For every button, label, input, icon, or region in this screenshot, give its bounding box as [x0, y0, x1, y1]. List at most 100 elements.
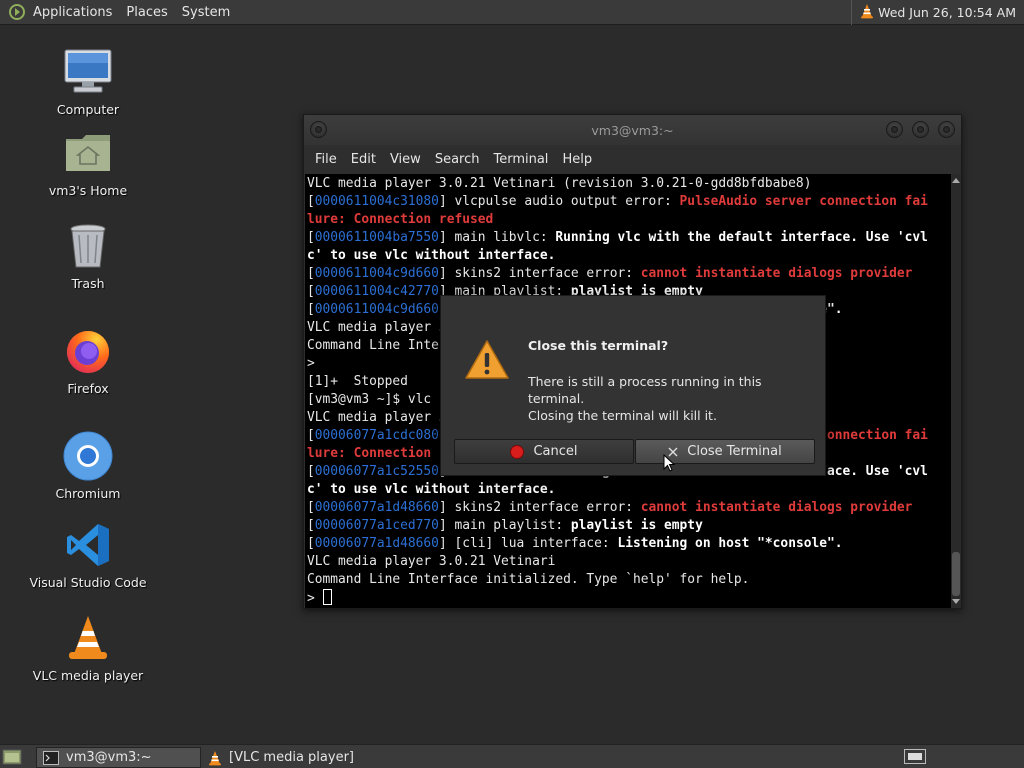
scroll-up-arrow-icon[interactable] [952, 178, 960, 183]
terminal-text: 00006077a1c52550 [314, 464, 439, 479]
terminal-text: [ [307, 518, 315, 533]
top-panel: Applications Places System Wed Jun 26, 1… [0, 0, 1024, 25]
terminal-text: c' to use vlc without interface. [307, 482, 556, 497]
terminal-text: cannot instantiate dialogs provider [640, 500, 913, 515]
close-terminal-button[interactable]: Close Terminal [635, 439, 815, 464]
terminal-line: Command Line Interface initialized. Type… [307, 571, 951, 589]
terminal-text: 00006077a1d48660 [314, 500, 439, 515]
terminal-text: cannot instantiate dialogs provider [640, 266, 913, 281]
terminal-text: [ [307, 464, 315, 479]
menu-terminal[interactable]: Terminal [486, 152, 555, 167]
terminal-icon [43, 750, 59, 765]
window-menu-button[interactable] [310, 121, 327, 138]
terminal-line: lure: Connection refused [307, 211, 951, 229]
terminal-text: 00006077a1cdc080 [314, 428, 439, 443]
scroll-down-arrow-icon[interactable] [952, 599, 960, 604]
terminal-text: [ [307, 284, 315, 299]
terminal-text: ] [cli] lua interface: [438, 536, 618, 551]
vscode-icon [62, 519, 114, 571]
menu-edit[interactable]: Edit [344, 152, 383, 167]
desktop-icon-firefox[interactable]: Firefox [28, 325, 148, 396]
firefox-icon [62, 325, 114, 377]
menu-system[interactable]: System [175, 0, 237, 25]
desktop-icon-label: vm3's Home [48, 183, 128, 198]
desktop-icon-label: VLC media player [32, 668, 144, 683]
dialog-message-line: There is still a process running in this… [528, 374, 762, 406]
terminal-text: [ [307, 500, 315, 515]
terminal-line: [0000611004ba7550] main libvlc: Running … [307, 229, 951, 247]
terminal-text: 0000611004c9d660 [314, 302, 439, 317]
desktop-icon-label: Visual Studio Code [29, 575, 147, 590]
terminal-text: ] main libvlc: [438, 230, 556, 245]
terminal-text: [ [307, 230, 315, 245]
panel-separator [851, 0, 853, 25]
cancel-button[interactable]: Cancel [454, 439, 634, 464]
show-desktop-icon[interactable] [2, 748, 22, 766]
taskbar-item-label: [VLC media player] [229, 750, 354, 765]
close-button[interactable] [938, 121, 955, 138]
terminal-text: 0000611004c42770 [314, 284, 439, 299]
trash-icon [62, 220, 114, 272]
terminal-line: c' to use vlc without interface. [307, 247, 951, 265]
terminal-text: [ [307, 428, 315, 443]
desktop-icon-chromium[interactable]: Chromium [28, 430, 148, 501]
terminal-text: VLC media player 3.0.21 Vetinari (revisi… [307, 176, 812, 191]
desktop-icon-vscode[interactable]: Visual Studio Code [28, 519, 148, 590]
terminal-text: Running vlc with the default interface. … [555, 230, 928, 245]
scroll-thumb[interactable] [952, 552, 960, 596]
maximize-button[interactable] [912, 121, 929, 138]
menu-places[interactable]: Places [119, 0, 174, 25]
desktop-icon-label: Computer [56, 102, 120, 117]
gnome-foot-icon[interactable] [8, 3, 26, 21]
menu-view[interactable]: View [383, 152, 428, 167]
window-titlebar[interactable]: vm3@vm3:~ [304, 115, 961, 145]
terminal-text: [vm3@vm3 ~]$ vlc [307, 392, 432, 407]
menu-help[interactable]: Help [555, 152, 599, 167]
terminal-text: ] skins2 interface error: [438, 500, 641, 515]
desktop-icon-vlc[interactable]: VLC media player [28, 612, 148, 683]
desktop-icon-label: Firefox [67, 381, 109, 396]
warning-icon [463, 338, 511, 382]
cancel-icon [510, 444, 525, 459]
desktop-icon-label: Chromium [55, 486, 121, 501]
desktop-icon-computer[interactable]: Computer [28, 46, 148, 117]
desktop-icon-home[interactable]: vm3's Home [28, 127, 148, 198]
menu-search[interactable]: Search [428, 152, 487, 167]
minimize-button[interactable] [886, 121, 903, 138]
terminal-text: [ [307, 302, 315, 317]
terminal-text: [ [307, 536, 315, 551]
terminal-text: playlist is empty [570, 518, 703, 533]
terminal-scrollbar[interactable] [951, 174, 961, 608]
terminal-text: 00006077a1d48660 [314, 536, 439, 551]
vlc-icon [62, 612, 114, 664]
terminal-line: > [307, 589, 951, 607]
taskbar-item-vlc[interactable]: [VLC media player] [202, 747, 382, 768]
terminal-text: VLC media player 3.0.21 Vetinari [307, 554, 556, 569]
terminal-line: [0000611004c9d660] skins2 interface erro… [307, 265, 951, 283]
menu-applications[interactable]: Applications [26, 0, 119, 25]
close-terminal-button-label: Close Terminal [687, 444, 782, 459]
vlc-tray-icon[interactable] [860, 3, 874, 23]
terminal-text: ] skins2 interface error: [438, 266, 641, 281]
dialog-message: There is still a process running in this… [528, 373, 818, 424]
dialog-message-line: Closing the terminal will kill it. [528, 408, 717, 423]
workspace-switcher[interactable] [904, 749, 926, 764]
terminal-text: PulseAudio server connection fai [679, 194, 928, 209]
terminal-text: ] main playlist: [438, 518, 571, 533]
terminal-text: > [307, 356, 315, 371]
terminal-text: Listening on host "*console". [617, 536, 843, 551]
terminal-text: 0000611004c31080 [314, 194, 439, 209]
terminal-line: VLC media player 3.0.21 Vetinari (revisi… [307, 175, 951, 193]
cancel-button-label: Cancel [533, 444, 578, 459]
computer-icon [62, 46, 114, 98]
taskbar-item-terminal[interactable]: vm3@vm3:~ [36, 747, 201, 768]
desktop-icon-label: Trash [71, 276, 105, 291]
terminal-text: > [307, 591, 323, 606]
bottom-panel: vm3@vm3:~ [VLC media player] [0, 744, 1024, 768]
clock[interactable]: Wed Jun 26, 10:54 AM [874, 5, 1024, 20]
chromium-icon [62, 430, 114, 482]
menu-file[interactable]: File [308, 152, 344, 167]
terminal-text: lure: Connection refused [307, 212, 494, 227]
home-folder-icon [62, 127, 114, 179]
desktop-icon-trash[interactable]: Trash [28, 220, 148, 291]
